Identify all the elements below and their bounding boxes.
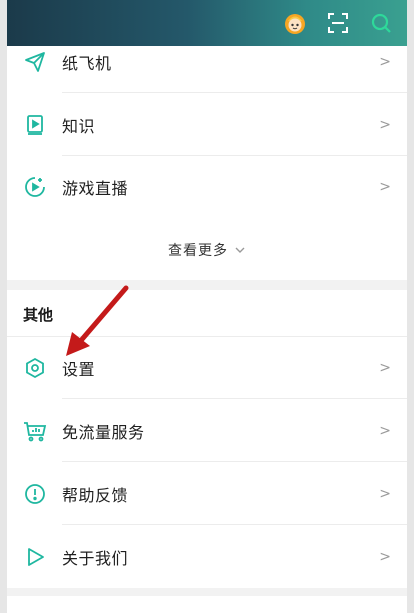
menu-item-label: 帮助反馈 bbox=[62, 486, 129, 505]
chevron-right-icon: > bbox=[379, 117, 391, 133]
play-outline-icon bbox=[23, 545, 47, 569]
row-divider bbox=[62, 92, 407, 93]
paper-plane-icon bbox=[23, 50, 47, 74]
help-circle-icon bbox=[23, 482, 47, 506]
chevron-down-icon bbox=[234, 241, 246, 260]
row-divider bbox=[62, 524, 407, 525]
view-more-label: 查看更多 bbox=[168, 243, 228, 259]
screen-frame-left bbox=[0, 0, 7, 613]
section-title-other: 其他 bbox=[23, 306, 54, 324]
game-live-icon bbox=[23, 175, 47, 199]
chevron-right-icon: > bbox=[379, 549, 391, 565]
next-card-edge bbox=[7, 596, 407, 613]
menu-item-knowledge[interactable]: 知识 > bbox=[7, 94, 407, 156]
book-play-icon bbox=[23, 113, 47, 137]
menu-item-paper-plane[interactable]: 纸飞机 > bbox=[7, 31, 407, 93]
menu-item-label: 纸飞机 bbox=[62, 54, 112, 73]
row-divider bbox=[62, 461, 407, 462]
cart-chart-icon bbox=[23, 419, 47, 443]
chevron-right-icon: > bbox=[379, 486, 391, 502]
row-divider bbox=[62, 398, 407, 399]
menu-item-label: 设置 bbox=[62, 360, 96, 379]
other-card: 其他 设置 > 免流量服务 > 帮助反馈 > 关于我们 > bbox=[7, 290, 407, 588]
services-card: 纸飞机 > 知识 > 游戏直播 > 查看更多 bbox=[7, 46, 407, 280]
menu-item-label: 免流量服务 bbox=[62, 423, 145, 442]
screen-frame-right bbox=[407, 0, 414, 613]
settings-hex-icon bbox=[23, 356, 47, 380]
chevron-right-icon: > bbox=[379, 54, 391, 70]
menu-item-settings[interactable]: 设置 > bbox=[7, 337, 407, 399]
chevron-right-icon: > bbox=[379, 179, 391, 195]
chevron-right-icon: > bbox=[379, 360, 391, 376]
menu-item-label: 关于我们 bbox=[62, 549, 129, 568]
menu-item-game-live[interactable]: 游戏直播 > bbox=[7, 156, 407, 218]
menu-item-label: 知识 bbox=[62, 117, 96, 136]
menu-item-data-free[interactable]: 免流量服务 > bbox=[7, 400, 407, 462]
chevron-right-icon: > bbox=[379, 423, 391, 439]
menu-item-label: 游戏直播 bbox=[62, 179, 129, 198]
menu-item-about-us[interactable]: 关于我们 > bbox=[7, 526, 407, 588]
menu-item-help-feedback[interactable]: 帮助反馈 > bbox=[7, 463, 407, 525]
view-more-button[interactable]: 查看更多 bbox=[7, 228, 407, 272]
